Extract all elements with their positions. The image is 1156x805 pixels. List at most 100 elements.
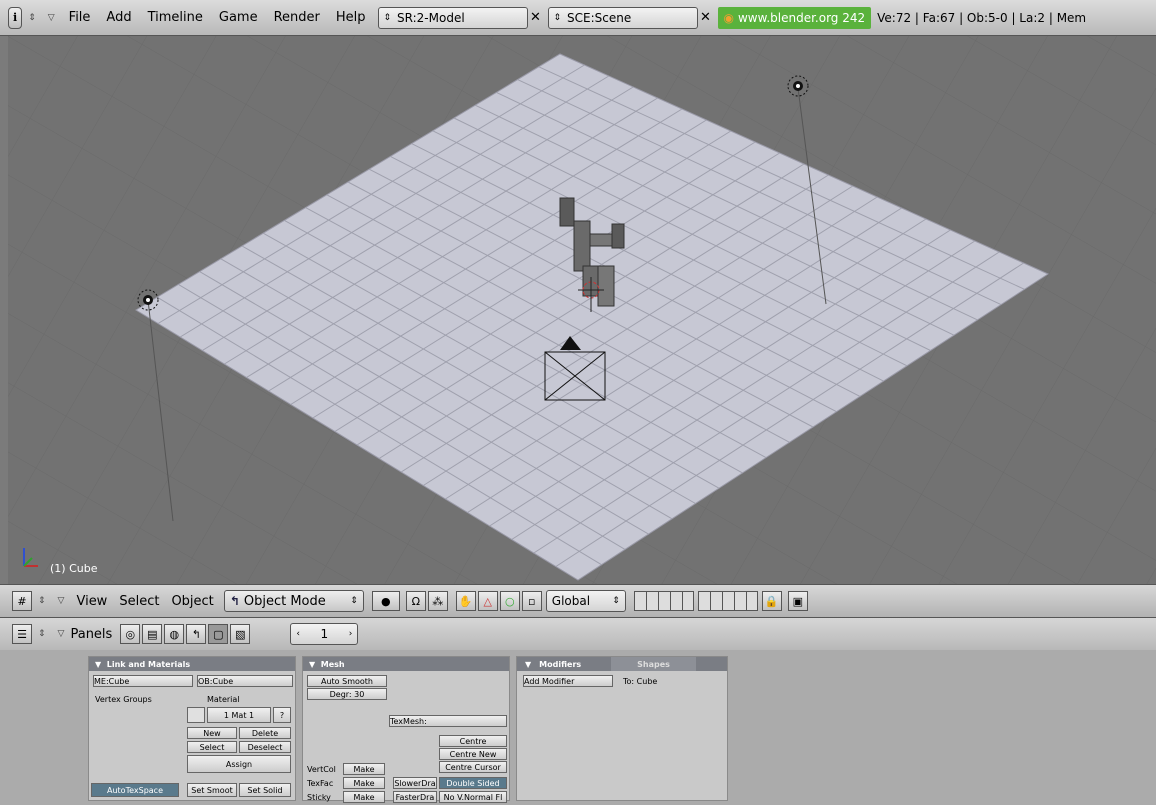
autotexspace-toggle[interactable]: AutoTexSpace (91, 783, 179, 797)
top-header: i ⇕ ▽ File Add Timeline Game Render Help ⇕ SR:… (0, 0, 1156, 36)
scene-stats: Ve:72 | Fa:67 | Ob:5-0 | La:2 | Mem (877, 10, 1087, 25)
grid-view-icon[interactable]: # (12, 591, 32, 611)
editing-context-icon[interactable]: ▢ (208, 624, 229, 644)
menu-view[interactable]: View (76, 594, 107, 609)
logic-context-icon[interactable]: ◎ (120, 624, 141, 644)
no-vnormal-flip-toggle[interactable]: No V.Normal Fl (439, 791, 507, 803)
scale-icon[interactable]: ▫ (521, 591, 542, 611)
modifier-target-label: To: Cube (623, 677, 658, 686)
tab-shapes[interactable]: Shapes (611, 657, 696, 671)
3d-viewport[interactable]: (1) Cube (8, 36, 1156, 584)
centre-button[interactable]: Centre (439, 735, 507, 747)
menu-timeline[interactable]: Timeline (148, 10, 203, 25)
material-label: Material (207, 695, 240, 704)
vertcol-make-button[interactable]: Make (343, 763, 385, 775)
orientation-select[interactable]: Global ⇕ (545, 590, 626, 612)
tab-modifiers[interactable]: Modifiers (539, 660, 581, 669)
script-context-icon[interactable]: ▤ (142, 624, 163, 644)
material-delete-button[interactable]: Delete (239, 727, 291, 739)
slower-draw-button[interactable]: SlowerDra (393, 777, 437, 789)
view-menu: View Select Object (70, 594, 219, 609)
menu-help[interactable]: Help (336, 10, 366, 25)
buttons-header: ☰ ⇕ ▽ Panels ◎ ▤ ◍ ↰ ▢ ▧ ‹ 1 › (0, 618, 1156, 650)
vertcol-label: VertCol (307, 765, 336, 774)
window-type-arrow-icon[interactable]: ⇕ (28, 13, 36, 23)
degr-field[interactable]: Degr: 30 (307, 688, 387, 700)
link-materials-panel: ▼ Link and Materials ME:Cube OB:Cube Ver… (88, 656, 296, 801)
vertex-groups-label: Vertex Groups (95, 695, 152, 704)
texface-make-button[interactable]: Make (343, 777, 385, 789)
menu-add[interactable]: Add (106, 10, 131, 25)
menu-render[interactable]: Render (274, 10, 320, 25)
centre-cursor-button[interactable]: Centre Cursor (439, 761, 507, 773)
material-assign-button[interactable]: Assign (187, 755, 291, 773)
collapse-triangle-icon[interactable]: ▽ (58, 629, 65, 639)
faster-draw-button[interactable]: FasterDra (393, 791, 437, 803)
mesh-panel: ▼ Mesh Auto Smooth Degr: 30 TexMesh: Cen… (302, 656, 510, 803)
object-name-field[interactable]: OB:Cube (197, 675, 293, 687)
double-sided-toggle[interactable]: Double Sided (439, 777, 507, 789)
screen-name[interactable]: SR:2-Model (397, 11, 465, 25)
menu-game[interactable]: Game (219, 10, 258, 25)
draw-type-icon[interactable]: ● (371, 591, 400, 611)
blender-version-badge: ◉ www.blender.org 242 (717, 6, 872, 29)
active-object-label: (1) Cube (50, 562, 98, 575)
scene-delete-button[interactable]: ✕ (698, 10, 714, 26)
chevron-left-icon[interactable]: ‹ (296, 629, 300, 639)
material-deselect-button[interactable]: Deselect (239, 741, 291, 753)
material-new-button[interactable]: New (187, 727, 237, 739)
collapse-triangle-icon[interactable]: ▼ (525, 660, 531, 669)
add-modifier-button[interactable]: Add Modifier (523, 675, 613, 687)
set-solid-button[interactable]: Set Solid (239, 783, 291, 797)
material-select-button[interactable]: Select (187, 741, 237, 753)
layer-buttons-b[interactable] (697, 591, 758, 611)
material-question-button[interactable]: ? (273, 707, 291, 723)
scene-name[interactable]: SCE:Scene (567, 11, 631, 25)
menu-object[interactable]: Object (171, 594, 213, 609)
mode-icon: ↰ (229, 594, 240, 608)
lock-icon[interactable]: 🔒 (761, 591, 782, 611)
scene-context-icon[interactable]: ▧ (230, 624, 251, 644)
buttons-window-icon[interactable]: ☰ (12, 624, 32, 644)
pivot-icon[interactable]: Ω (405, 591, 426, 611)
collapse-triangle-icon[interactable]: ▽ (58, 596, 65, 606)
3d-view-header: # ⇕ ▽ View Select Object ↰ Object Mode ⇕ ● Ω… (0, 584, 1156, 618)
scene-field[interactable]: ⇕ SCE:Scene (547, 6, 698, 29)
panel-header[interactable]: ▼ Link and Materials (89, 657, 295, 671)
panel-header: ▼ Modifiers Shapes (517, 657, 727, 671)
render-view-icon[interactable]: ▣ (787, 591, 808, 611)
material-color-swatch[interactable] (187, 707, 205, 723)
menu-select[interactable]: Select (119, 594, 159, 609)
menu-file[interactable]: File (69, 10, 91, 25)
screen-browse-icon[interactable]: ⇕ (384, 13, 392, 23)
frame-number-field[interactable]: ‹ 1 › (290, 623, 359, 645)
shading-context-icon[interactable]: ◍ (164, 624, 185, 644)
texface-label: TexFac (307, 779, 334, 788)
mesh-datablock-field[interactable]: ME:Cube (93, 675, 193, 687)
window-type-arrow-icon[interactable]: ⇕ (38, 596, 46, 606)
auto-smooth-toggle[interactable]: Auto Smooth (307, 675, 387, 687)
window-type-arrow-icon[interactable]: ⇕ (38, 629, 46, 639)
sticky-label: Sticky (307, 793, 331, 802)
screen-delete-button[interactable]: ✕ (528, 10, 544, 26)
info-icon[interactable]: i (8, 6, 23, 29)
material-index-field[interactable]: 1 Mat 1 (207, 707, 271, 723)
set-smooth-button[interactable]: Set Smoot (187, 783, 237, 797)
chevron-updown-icon: ⇕ (350, 596, 358, 606)
mode-select[interactable]: ↰ Object Mode ⇕ (223, 590, 364, 612)
screen-field[interactable]: ⇕ SR:2-Model (377, 6, 528, 29)
hand-icon[interactable]: ✋ (455, 591, 476, 611)
object-context-icon[interactable]: ↰ (186, 624, 207, 644)
collapse-triangle-icon[interactable]: ▽ (48, 13, 55, 23)
sticky-make-button[interactable]: Make (343, 791, 385, 803)
viewport-canvas (8, 36, 1156, 584)
chevron-right-icon[interactable]: › (349, 629, 353, 639)
scene-browse-icon[interactable]: ⇕ (554, 13, 562, 23)
texmesh-field[interactable]: TexMesh: (389, 715, 507, 727)
translate-icon[interactable]: △ (477, 591, 498, 611)
centre-new-button[interactable]: Centre New (439, 748, 507, 760)
panel-header[interactable]: ▼ Mesh (303, 657, 509, 671)
snap-icon[interactable]: ⁂ (427, 591, 448, 611)
rotate-icon[interactable]: ○ (499, 591, 520, 611)
layer-buttons-a[interactable] (633, 591, 694, 611)
